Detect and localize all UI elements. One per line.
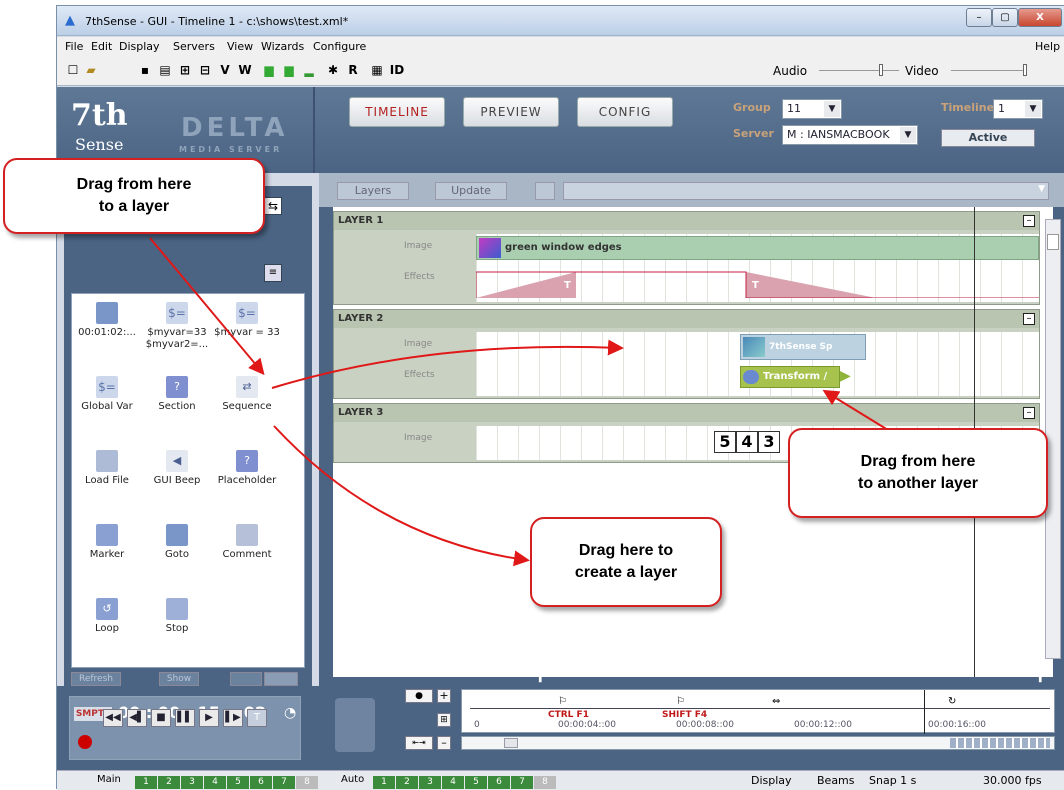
- arrow-to-new-layer: [273, 425, 530, 567]
- arrow-to-sequence: [149, 237, 265, 376]
- arrow-to-effect: [822, 389, 889, 431]
- callout-drag-to-layer: Drag from here to a layer: [3, 158, 265, 234]
- arrow-to-layer2: [271, 339, 624, 389]
- annotation-arrows: [149, 237, 889, 567]
- callout-create-layer: Drag here to create a layer: [530, 517, 722, 607]
- callout-drag-to-another-layer: Drag from here to another layer: [788, 428, 1048, 518]
